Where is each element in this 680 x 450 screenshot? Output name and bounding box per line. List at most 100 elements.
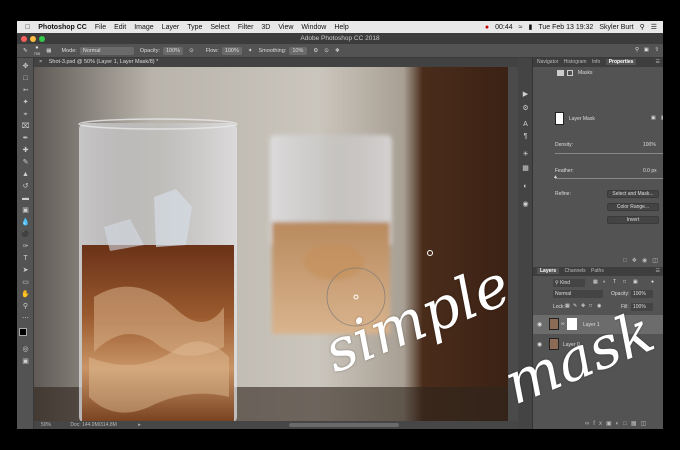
layer-opacity-field[interactable]: 100% [631, 290, 653, 298]
styles-icon[interactable]: ◉ [521, 200, 530, 209]
quick-mask-icon[interactable]: ◎ [21, 345, 30, 354]
workspace-icon[interactable]: ▣ [644, 47, 649, 53]
tab-histogram[interactable]: Histogram [564, 59, 587, 65]
feather-value[interactable]: 0.0 px [643, 168, 657, 174]
dodge-tool-icon[interactable]: ⚫ [21, 230, 30, 239]
pixel-mask-icon[interactable] [557, 70, 564, 76]
crop-tool-icon[interactable]: ⌖ [21, 110, 30, 119]
menu-datetime[interactable]: Tue Feb 13 19:32 [538, 24, 593, 31]
menu-layer[interactable]: Layer [162, 24, 180, 31]
eyedropper-tool-icon[interactable]: ✒ [21, 134, 30, 143]
lasso-tool-icon[interactable]: ➳ [21, 86, 30, 95]
add-mask-icon[interactable]: ▣ [606, 421, 616, 427]
mask-load-selection-icon[interactable]: ▦ [661, 115, 663, 121]
search-icon[interactable]: ⚲ [640, 23, 645, 31]
tab-info[interactable]: Info [592, 59, 600, 65]
select-and-mask-button[interactable]: Select and Mask... [607, 190, 659, 198]
gradient-tool-icon[interactable]: ▣ [21, 206, 30, 215]
menu-image[interactable]: Image [134, 24, 153, 31]
lock-artboard-icon[interactable]: □ [589, 303, 592, 309]
load-selection-icon[interactable]: □ [623, 258, 632, 264]
close-tab-icon[interactable]: × [34, 59, 42, 65]
filter-adjust-icon[interactable]: ◐ [603, 279, 606, 285]
visibility-eye-icon[interactable]: ◉ [537, 321, 542, 328]
invert-button[interactable]: Invert [607, 216, 659, 224]
search-icon[interactable]: ⚲ [635, 47, 639, 53]
group-icon[interactable]: □ [623, 421, 631, 427]
filter-shape-icon[interactable]: □ [623, 279, 626, 285]
layers-panel-menu-icon[interactable]: ☰ [656, 267, 660, 276]
type-tool-icon[interactable]: T [21, 254, 30, 263]
density-value[interactable]: 100% [643, 142, 656, 148]
wifi-icon[interactable]: ≈ [519, 24, 523, 31]
blur-tool-icon[interactable]: 💧 [21, 218, 30, 227]
quick-select-tool-icon[interactable]: ✦ [21, 98, 30, 107]
pressure-size-icon[interactable]: ⊙ [324, 48, 329, 54]
battery-icon[interactable]: ▮ [528, 23, 532, 31]
pressure-opacity-icon[interactable]: ⊙ [189, 48, 194, 54]
character-icon[interactable]: A [521, 120, 530, 129]
opacity-field[interactable]: 100% [162, 46, 184, 55]
screen-mode-icon[interactable]: ▣ [21, 357, 30, 366]
document-tab[interactable]: × Shot-3.psd @ 50% (Layer 1, Layer Mask/… [34, 58, 518, 67]
adjustments-icon[interactable]: ◐ [521, 182, 530, 191]
libraries-icon[interactable]: ☀ [521, 150, 530, 159]
airbrush-icon[interactable]: ✦ [248, 48, 253, 54]
share-icon[interactable]: ⇧ [654, 47, 659, 53]
clone-stamp-tool-icon[interactable]: ▲ [21, 170, 30, 179]
brush-tool-icon[interactable]: ✎ [23, 48, 28, 54]
move-tool-icon[interactable]: ✥ [21, 62, 30, 71]
zoom-window-button[interactable] [39, 36, 45, 42]
menu-app-name[interactable]: Photoshop CC [38, 24, 87, 31]
menu-view[interactable]: View [278, 24, 293, 31]
menu-user[interactable]: Skyler Burt [599, 24, 633, 31]
marquee-tool-icon[interactable]: □ [21, 74, 30, 83]
play-icon[interactable]: ▶ [521, 90, 530, 99]
visibility-icon[interactable]: ◉ [642, 258, 652, 264]
vector-mask-icon[interactable] [567, 70, 573, 76]
path-select-tool-icon[interactable]: ➤ [21, 266, 30, 275]
panel-menu-icon[interactable]: ☰ [656, 58, 660, 67]
apple-icon[interactable]:  [25, 24, 30, 31]
lock-transparency-icon[interactable]: ▦ [565, 303, 570, 309]
color-range-button[interactable]: Color Range... [607, 203, 659, 211]
mode-dropdown[interactable]: Normal [79, 46, 134, 55]
lock-all-icon[interactable]: ◉ [597, 303, 601, 309]
brush-tool-icon[interactable]: ✎ [21, 158, 30, 167]
filter-smart-icon[interactable]: ▣ [633, 279, 638, 285]
foreground-color-swatch[interactable] [19, 328, 27, 336]
menu-help[interactable]: Help [334, 24, 348, 31]
apply-mask-icon[interactable]: ❖ [632, 258, 642, 264]
zoom-tool-icon[interactable]: ⚲ [21, 302, 30, 311]
density-slider[interactable] [555, 153, 663, 154]
trash-icon[interactable]: ◫ [641, 421, 651, 427]
blend-mode-dropdown[interactable]: Normal [553, 290, 603, 298]
menu-window[interactable]: Window [301, 24, 326, 31]
paragraph-icon[interactable]: ¶ [521, 132, 530, 141]
more-tools-icon[interactable]: ⋯ [21, 314, 30, 323]
smoothing-settings-icon[interactable]: ⚙ [313, 48, 318, 54]
menu-3d[interactable]: 3D [261, 24, 270, 31]
tab-properties[interactable]: Properties [605, 59, 637, 65]
horizontal-scrollbar-thumb[interactable] [289, 423, 399, 427]
fx-icon[interactable]: fx [593, 421, 606, 427]
pen-tool-icon[interactable]: ✑ [21, 242, 30, 251]
new-layer-icon[interactable]: ▦ [631, 421, 641, 427]
menu-select[interactable]: Select [210, 24, 229, 31]
lock-pixels-icon[interactable]: ✎ [573, 303, 577, 309]
kind-filter-dropdown[interactable]: ⚲ Kind [553, 279, 585, 287]
mask-thumbnail[interactable] [555, 112, 564, 125]
menu-type[interactable]: Type [187, 24, 202, 31]
settings-icon[interactable]: ⚙ [521, 104, 530, 113]
flow-field[interactable]: 100% [221, 46, 242, 55]
tab-navigator[interactable]: Navigator [537, 59, 558, 65]
menu-file[interactable]: File [95, 24, 106, 31]
history-brush-tool-icon[interactable]: ↺ [21, 182, 30, 191]
hand-tool-icon[interactable]: ✋ [21, 290, 30, 299]
status-menu-arrow-icon[interactable]: ▸ [138, 422, 141, 428]
frame-tool-icon[interactable]: ⌧ [21, 122, 30, 131]
menu-edit[interactable]: Edit [114, 24, 126, 31]
brush-panel-icon[interactable]: ▦ [46, 48, 51, 54]
record-icon[interactable]: ● [485, 24, 489, 31]
brush-preset-picker[interactable]: ● 700 [34, 45, 41, 56]
